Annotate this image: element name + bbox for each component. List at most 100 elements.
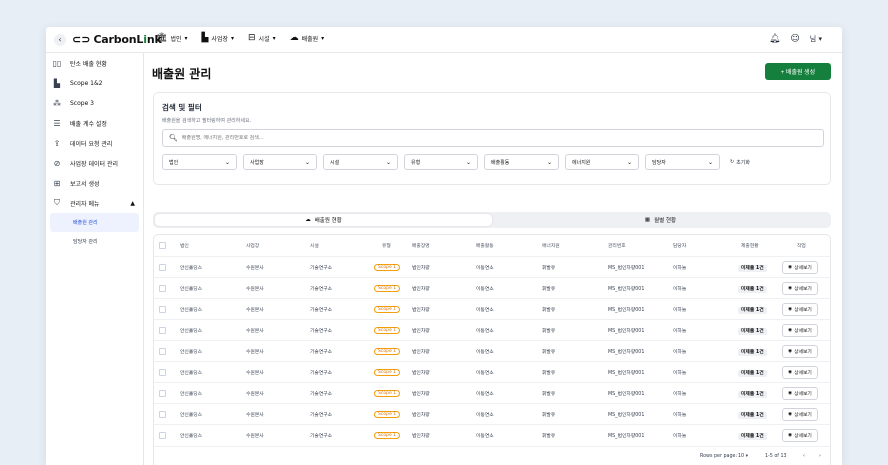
filter-facility-select[interactable]: 시설 ⌄ bbox=[323, 154, 398, 170]
view-detail-button[interactable]: ◉ 상세보기 bbox=[782, 366, 818, 379]
cell-type: Scope 1 bbox=[374, 285, 401, 292]
sidebar-item-emission-factor[interactable]: ☰ 배출 계수 설정 bbox=[46, 113, 143, 133]
filter-energy-select[interactable]: 에너지원 ⌄ bbox=[565, 154, 639, 170]
sidebar-item-carbon-status[interactable]: ▯▯ 탄소 배출 현황 bbox=[46, 53, 143, 73]
view-detail-button[interactable]: ◉ 상세보기 bbox=[782, 324, 818, 337]
sidebar-subitem-manager[interactable]: 담당자 관리 bbox=[46, 232, 143, 251]
nav-corporation[interactable]: 🏛 법인 ▾ bbox=[156, 33, 188, 43]
status-badge: 미제출 1건 bbox=[738, 265, 767, 272]
tab-emission-status[interactable]: ☁ 배출원 현황 bbox=[155, 214, 492, 226]
scope-badge: Scope 1 bbox=[374, 285, 401, 292]
upload-icon: ⇪ bbox=[53, 138, 61, 148]
table-cell: 법인차량 bbox=[412, 371, 430, 376]
sidebar-item-scope3[interactable]: ⁂ Scope 3 bbox=[46, 93, 143, 113]
filter-description: 배출원을 검색하고 필터링하여 관리하세요. bbox=[162, 118, 252, 124]
view-detail-label: 상세보기 bbox=[794, 287, 812, 292]
table-cell: 수원본사 bbox=[246, 287, 264, 292]
row-checkbox[interactable] bbox=[159, 348, 166, 355]
table-cell: 휘발유 bbox=[542, 266, 556, 271]
table-cell: MS_법인차량001 bbox=[608, 266, 645, 271]
table-cell: 수원본사 bbox=[246, 329, 264, 334]
row-checkbox[interactable] bbox=[159, 369, 166, 376]
row-checkbox[interactable] bbox=[159, 327, 166, 334]
status-badge: 미제출 1건 bbox=[738, 370, 767, 377]
sidebar-subitem-emission-source[interactable]: 배출원 관리 bbox=[50, 213, 139, 232]
table-cell: 이하늘 bbox=[673, 392, 687, 397]
filter-activity-select[interactable]: 배출활동 ⌄ bbox=[484, 154, 559, 170]
column-header[interactable]: 유형 bbox=[382, 242, 391, 249]
row-checkbox[interactable] bbox=[159, 285, 166, 292]
table-cell: 휘발유 bbox=[542, 329, 556, 334]
filter-manager-select[interactable]: 담당자 ⌄ bbox=[645, 154, 720, 170]
cell-action: ◉ 상세보기 bbox=[782, 429, 818, 442]
logo[interactable]: ⊂⊃ CarbonLink bbox=[72, 33, 162, 46]
chevron-down-icon: ⌄ bbox=[385, 158, 391, 166]
filter-site-select[interactable]: 사업장 ⌄ bbox=[243, 154, 317, 170]
nav-facility[interactable]: ⊟ 시설 ▾ bbox=[248, 33, 276, 43]
scope-badge: Scope 1 bbox=[374, 327, 401, 334]
view-detail-button[interactable]: ◉ 상세보기 bbox=[782, 408, 818, 421]
user-icon[interactable]: ☺ bbox=[790, 34, 799, 44]
view-detail-button[interactable]: ◉ 상세보기 bbox=[782, 429, 818, 442]
view-detail-button[interactable]: ◉ 상세보기 bbox=[782, 261, 818, 274]
column-header[interactable]: 시설 bbox=[310, 242, 319, 249]
select-all-checkbox[interactable] bbox=[159, 242, 166, 249]
user-menu[interactable]: 님 ▾ bbox=[810, 34, 822, 44]
table-cell: MS_법인차량001 bbox=[608, 287, 645, 292]
view-detail-label: 상세보기 bbox=[794, 392, 812, 397]
row-checkbox[interactable] bbox=[159, 264, 166, 271]
column-header[interactable]: 사업장 bbox=[246, 242, 259, 249]
column-header[interactable]: 작업 bbox=[797, 242, 806, 249]
cell-submission: 미제출 1건 bbox=[738, 369, 767, 377]
column-header[interactable]: 에너지원 bbox=[542, 242, 560, 249]
row-checkbox[interactable] bbox=[159, 432, 166, 439]
filter-corporation-select[interactable]: 법인 ⌄ bbox=[162, 154, 237, 170]
status-badge: 미제출 1건 bbox=[738, 349, 767, 356]
filter-type-select[interactable]: 유형 ⌄ bbox=[404, 154, 478, 170]
next-page-icon[interactable]: › bbox=[819, 454, 821, 459]
tab-monthly-status[interactable]: ▦ 월별 현황 bbox=[492, 214, 829, 226]
table-row: 안신홀딩스 수원본사 기술연구소 Scope 1 법인차량 이동연소 휘발유 MS_법인차량0… bbox=[154, 382, 830, 403]
cell-action: ◉ 상세보기 bbox=[782, 303, 818, 316]
table-cell: 기술연구소 bbox=[310, 287, 333, 292]
row-checkbox[interactable] bbox=[159, 390, 166, 397]
table-cell: 법인차량 bbox=[412, 329, 430, 334]
search-input[interactable] bbox=[181, 135, 782, 141]
view-detail-button[interactable]: ◉ 상세보기 bbox=[782, 282, 818, 295]
table-cell: 이동연소 bbox=[476, 413, 494, 418]
view-detail-button[interactable]: ◉ 상세보기 bbox=[782, 387, 818, 400]
table-cell: 이동연소 bbox=[476, 329, 494, 334]
prev-page-icon[interactable]: ‹ bbox=[803, 454, 805, 459]
network-icon: ⁂ bbox=[53, 98, 61, 108]
table-row: 안신홀딩스 수원본사 기술연구소 Scope 1 법인차량 이동연소 휘발유 MS_법인차량0… bbox=[154, 424, 830, 445]
column-header[interactable]: 관리번호 bbox=[608, 242, 626, 249]
table-cell: 휘발유 bbox=[542, 392, 556, 397]
nav-emission-source[interactable]: ☁ 배출원 ▾ bbox=[290, 33, 325, 43]
sidebar-item-scope12[interactable]: ▙ Scope 1&2 bbox=[46, 73, 143, 93]
rows-per-page-select[interactable]: 10 ▾ bbox=[738, 454, 748, 459]
sidebar-item-report[interactable]: ⊞ 보고서 생성 bbox=[46, 173, 143, 193]
column-header[interactable]: 제출현황 bbox=[741, 242, 759, 249]
table-cell: 이동연소 bbox=[476, 392, 494, 397]
cell-type: Scope 1 bbox=[374, 264, 401, 271]
column-header[interactable]: 배출활동 bbox=[476, 242, 494, 249]
sidebar-item-admin[interactable]: ⛉ 관리자 메뉴 ▲ bbox=[46, 193, 143, 213]
reset-button[interactable]: ↻ 초기화 bbox=[730, 159, 750, 166]
bell-icon[interactable]: 🔔︎ bbox=[769, 34, 780, 44]
view-detail-button[interactable]: ◉ 상세보기 bbox=[782, 345, 818, 358]
scope-badge: Scope 1 bbox=[374, 369, 401, 376]
nav-site[interactable]: ▙ 사업장 ▾ bbox=[202, 33, 235, 43]
row-checkbox[interactable] bbox=[159, 306, 166, 313]
column-header[interactable]: 법인 bbox=[180, 242, 189, 249]
sidebar-item-site-data[interactable]: ⊘ 사업장 데이터 관리 bbox=[46, 153, 143, 173]
sidebar-item-data-request[interactable]: ⇪ 데이터 요청 관리 bbox=[46, 133, 143, 153]
row-checkbox[interactable] bbox=[159, 411, 166, 418]
view-detail-button[interactable]: ◉ 상세보기 bbox=[782, 303, 818, 316]
column-header[interactable]: 배출장명 bbox=[412, 242, 430, 249]
column-header[interactable]: 담당자 bbox=[673, 242, 686, 249]
table-cell: MS_법인차량001 bbox=[608, 413, 645, 418]
chevron-left-icon[interactable]: ‹ bbox=[54, 34, 66, 46]
table-cell: 안신홀딩스 bbox=[180, 371, 203, 376]
add-emission-source-button[interactable]: + 배출원 생성 bbox=[765, 63, 831, 80]
eye-icon: ◉ bbox=[788, 370, 793, 375]
